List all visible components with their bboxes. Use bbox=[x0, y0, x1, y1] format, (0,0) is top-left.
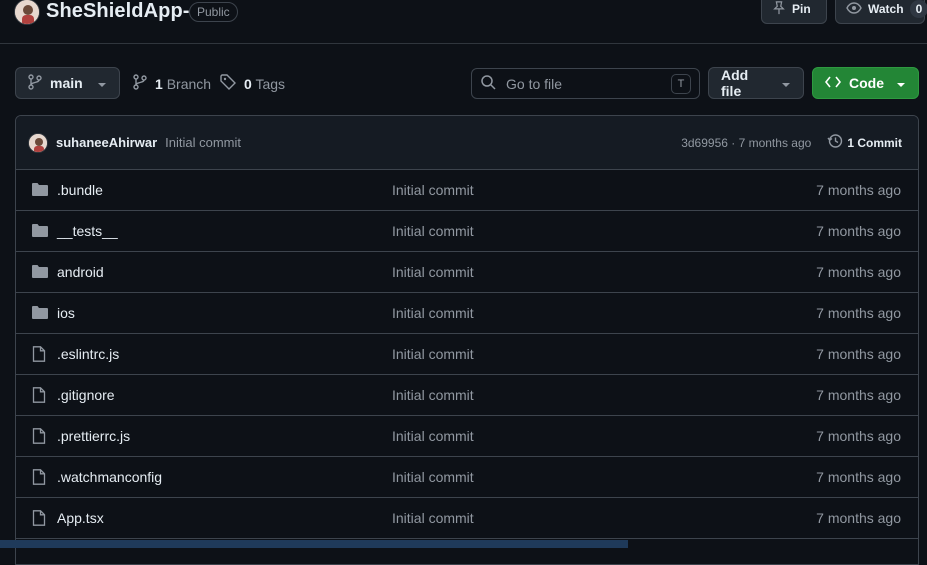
commit-count-label: 1 Commit bbox=[847, 135, 902, 150]
file-age: 7 months ago bbox=[816, 264, 901, 280]
folder-icon bbox=[32, 264, 50, 280]
file-row[interactable]: __tests__ Initial commit 7 months ago bbox=[16, 211, 918, 252]
tags-label: Tags bbox=[255, 75, 286, 92]
watch-button[interactable]: Watch 0 bbox=[835, 0, 927, 24]
file-age: 7 months ago bbox=[816, 346, 901, 362]
search-icon bbox=[480, 74, 496, 93]
file-name[interactable]: ios bbox=[57, 305, 75, 321]
file-commit-message[interactable]: Initial commit bbox=[392, 223, 474, 239]
tags-link[interactable]: 0 Tags bbox=[220, 74, 285, 93]
tags-count: 0 bbox=[244, 75, 252, 92]
file-commit-message[interactable]: Initial commit bbox=[392, 428, 474, 444]
file-name[interactable]: .watchmanconfig bbox=[57, 469, 162, 485]
code-button[interactable]: Code bbox=[812, 67, 919, 99]
file-icon bbox=[32, 510, 50, 526]
folder-icon bbox=[32, 305, 50, 321]
add-file-label: Add file bbox=[721, 67, 749, 99]
file-commit-message[interactable]: Initial commit bbox=[392, 264, 474, 280]
file-row[interactable]: .watchmanconfig Initial commit 7 months ag… bbox=[16, 457, 918, 498]
file-age: 7 months ago bbox=[816, 428, 901, 444]
file-commit-message[interactable]: Initial commit bbox=[392, 510, 474, 526]
branch-name: main bbox=[50, 75, 83, 91]
code-label: Code bbox=[849, 75, 884, 91]
chevron-down-icon bbox=[97, 75, 107, 91]
chevron-down-icon bbox=[781, 75, 791, 91]
author-avatar[interactable] bbox=[28, 132, 48, 153]
folder-icon bbox=[32, 182, 50, 198]
file-name[interactable]: __tests__ bbox=[57, 223, 118, 239]
tag-icon bbox=[220, 74, 236, 93]
latest-commit-bar: suhaneeAhirwar Initial commit 3d69956 · … bbox=[16, 116, 918, 170]
chevron-down-icon bbox=[896, 75, 906, 91]
file-name[interactable]: App.tsx bbox=[57, 510, 104, 526]
commit-sha-age[interactable]: 3d69956 · 7 months ago bbox=[681, 136, 811, 150]
commit-author[interactable]: suhaneeAhirwar bbox=[56, 135, 157, 150]
file-commit-message[interactable]: Initial commit bbox=[392, 469, 474, 485]
folder-icon bbox=[32, 223, 50, 239]
file-commit-message[interactable]: Initial commit bbox=[392, 346, 474, 362]
file-icon bbox=[32, 346, 50, 362]
repo-header: SheShieldApp- Public Pin Watch 0 bbox=[0, 0, 927, 44]
file-age: 7 months ago bbox=[816, 387, 901, 403]
file-commit-message[interactable]: Initial commit bbox=[392, 387, 474, 403]
pin-label: Pin bbox=[792, 2, 811, 16]
history-icon bbox=[827, 133, 843, 152]
code-icon bbox=[824, 75, 842, 91]
branches-label: Branch bbox=[166, 75, 212, 92]
branch-selector[interactable]: main bbox=[15, 67, 120, 99]
file-row[interactable]: .prettierrc.js Initial commit 7 months ago bbox=[16, 416, 918, 457]
pin-icon bbox=[772, 0, 786, 18]
file-age: 7 months ago bbox=[816, 469, 901, 485]
file-icon bbox=[32, 428, 50, 444]
file-row[interactable]: .gitignore Initial commit 7 months ago bbox=[16, 375, 918, 416]
watch-label: Watch bbox=[868, 2, 904, 16]
eye-icon bbox=[846, 1, 862, 18]
search-input[interactable] bbox=[504, 74, 654, 93]
visibility-badge: Public bbox=[189, 2, 238, 22]
file-row[interactable]: .eslintrc.js Initial commit 7 months ago bbox=[16, 334, 918, 375]
file-list: suhaneeAhirwar Initial commit 3d69956 · … bbox=[15, 115, 919, 565]
branch-icon bbox=[133, 74, 147, 93]
file-icon bbox=[32, 387, 50, 403]
file-age: 7 months ago bbox=[816, 510, 901, 526]
file-age: 7 months ago bbox=[816, 182, 901, 198]
file-row[interactable]: android Initial commit 7 months ago bbox=[16, 252, 918, 293]
file-age: 7 months ago bbox=[816, 223, 901, 239]
commits-link[interactable]: 1 Commit bbox=[827, 133, 902, 152]
file-row[interactable]: ios Initial commit 7 months ago bbox=[16, 293, 918, 334]
file-row[interactable]: App.tsx Initial commit 7 months ago bbox=[16, 498, 918, 539]
add-file-button[interactable]: Add file bbox=[708, 67, 804, 99]
file-row[interactable]: .bundle Initial commit 7 months ago bbox=[16, 170, 918, 211]
file-name[interactable]: android bbox=[57, 264, 104, 280]
pin-button[interactable]: Pin bbox=[761, 0, 827, 24]
branch-icon bbox=[28, 73, 42, 93]
repo-name[interactable]: SheShieldApp- bbox=[46, 0, 190, 23]
file-name[interactable]: .gitignore bbox=[57, 387, 115, 403]
branches-link[interactable]: 1 Branch bbox=[133, 74, 211, 93]
file-icon bbox=[32, 469, 50, 485]
file-name[interactable]: .bundle bbox=[57, 182, 103, 198]
commit-message[interactable]: Initial commit bbox=[165, 135, 241, 150]
file-commit-message[interactable]: Initial commit bbox=[392, 305, 474, 321]
file-rows: .bundle Initial commit 7 months ago __tests… bbox=[16, 170, 918, 539]
file-name[interactable]: .prettierrc.js bbox=[57, 428, 130, 444]
file-name[interactable]: .eslintrc.js bbox=[57, 346, 119, 362]
file-age: 7 months ago bbox=[816, 305, 901, 321]
horizontal-scrollbar[interactable] bbox=[0, 540, 628, 548]
owner-avatar[interactable] bbox=[14, 0, 40, 25]
go-to-file-search[interactable]: T bbox=[471, 68, 700, 99]
watch-count: 0 bbox=[909, 0, 927, 18]
shortcut-hint: T bbox=[671, 73, 691, 94]
branches-count: 1 bbox=[155, 75, 163, 92]
file-commit-message[interactable]: Initial commit bbox=[392, 182, 474, 198]
